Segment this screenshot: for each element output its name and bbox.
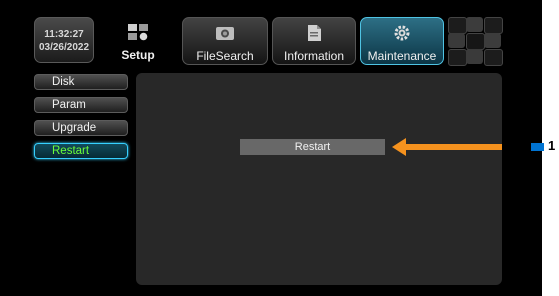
camera-icon xyxy=(216,27,234,40)
sidebar-item-restart[interactable]: Restart xyxy=(34,143,128,159)
tab-information[interactable]: Information xyxy=(272,17,356,65)
tab-filesearch[interactable]: FileSearch xyxy=(182,17,268,65)
sidebar-item-upgrade[interactable]: Upgrade xyxy=(34,120,128,136)
sidebar-item-param[interactable]: Param xyxy=(34,97,128,113)
sidebar-item-label: Param xyxy=(52,99,86,111)
callout-line xyxy=(531,143,544,151)
tab-setup[interactable]: Setup xyxy=(98,17,178,65)
tab-maintenance[interactable]: Maintenance xyxy=(360,17,444,65)
callout-number: 1 xyxy=(548,138,556,153)
sidebar-item-label: Restart xyxy=(52,145,90,157)
tab-label: FileSearch xyxy=(196,49,254,63)
tab-label: Maintenance xyxy=(367,49,437,63)
gear-icon xyxy=(394,25,410,41)
clock-display: 11:32:27 03/26/2022 xyxy=(34,17,94,63)
content-panel xyxy=(136,73,502,285)
decorative-grid xyxy=(448,17,503,66)
restart-button[interactable]: Restart xyxy=(240,139,385,155)
dvr-screen: 11:32:27 03/26/2022 Setup FileSearch Inf… xyxy=(0,0,542,296)
setup-grid-icon xyxy=(128,24,148,41)
callout-arrow-icon xyxy=(392,138,502,156)
tab-label: Setup xyxy=(121,48,155,62)
document-icon xyxy=(308,25,321,41)
sidebar-item-label: Upgrade xyxy=(52,122,97,134)
sidebar-item-label: Disk xyxy=(52,76,75,88)
clock-date: 03/26/2022 xyxy=(38,42,90,53)
tab-label: Information xyxy=(283,49,345,63)
sidebar-item-disk[interactable]: Disk xyxy=(34,74,128,90)
clock-time: 11:32:27 xyxy=(44,29,84,40)
